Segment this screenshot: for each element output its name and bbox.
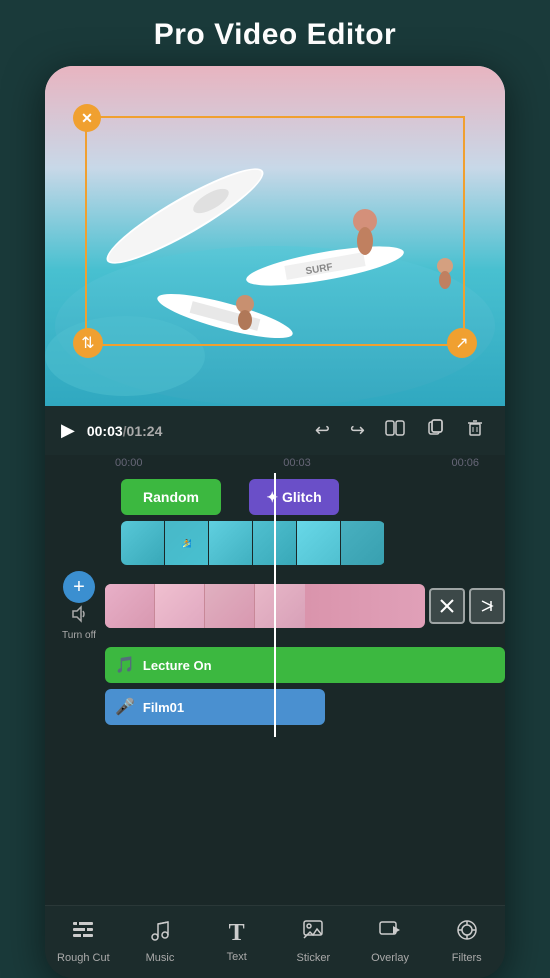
nav-item-rough-cut[interactable]: Rough Cut — [45, 914, 122, 968]
volume-icon[interactable] — [70, 605, 88, 628]
nav-label-sticker: Sticker — [297, 952, 331, 964]
thumb-5 — [297, 521, 341, 565]
lecture-label: Lecture On — [143, 658, 212, 673]
bottom-nav: Rough Cut Music T Text — [45, 905, 505, 978]
time-display: 00:03/01:24 — [87, 423, 163, 439]
crop-handle-flip[interactable]: ⇅ — [73, 328, 103, 358]
lecture-track[interactable]: 🎵 Lecture On — [105, 647, 505, 683]
turnoff-label: Turn off — [62, 630, 96, 641]
ruler-mark-0: 00:00 — [115, 457, 143, 469]
nav-item-overlay[interactable]: Overlay — [352, 914, 429, 968]
nav-label-music: Music — [146, 952, 175, 964]
nav-item-filters[interactable]: Filters — [428, 914, 505, 968]
ruler-mark-2: 00:06 — [451, 457, 479, 469]
time-total: 01:24 — [127, 423, 163, 439]
overlay-icon — [378, 918, 402, 948]
cut-marker-x[interactable] — [429, 588, 465, 624]
undo-button[interactable]: ↩ — [311, 418, 334, 443]
nav-label-rough-cut: Rough Cut — [57, 952, 110, 964]
redo-button[interactable]: ↪ — [346, 418, 369, 443]
split-button[interactable] — [381, 416, 409, 445]
thumb-3 — [209, 521, 253, 565]
cut-marker-split[interactable] — [469, 588, 505, 624]
copy-button[interactable] — [421, 416, 449, 445]
thumb-2: 🏄 — [165, 521, 209, 565]
tracks-wrapper: Random ✦ Glitch 🏄 — [45, 473, 505, 737]
effect-random[interactable]: Random — [121, 479, 221, 515]
rough-cut-icon — [71, 918, 95, 948]
sticker-icon — [301, 918, 325, 948]
app-title: Pro Video Editor — [154, 0, 396, 66]
thumb-6 — [341, 521, 385, 565]
effect-glitch[interactable]: ✦ Glitch — [249, 479, 339, 515]
nav-label-text: Text — [227, 951, 247, 963]
nav-label-filters: Filters — [452, 952, 482, 964]
crop-overlay: ✕ ⇅ ↗ — [85, 116, 465, 346]
voice-track[interactable]: 🎤 Film01 — [105, 689, 325, 725]
nav-item-text[interactable]: T Text — [198, 916, 275, 967]
text-icon: T — [229, 920, 245, 947]
nav-item-music[interactable]: Music — [122, 914, 199, 968]
add-track-button[interactable]: + — [63, 571, 95, 603]
music-icon — [148, 918, 172, 948]
delete-button[interactable] — [461, 416, 489, 445]
timeline-ruler: 00:00 00:03 00:06 — [45, 455, 505, 473]
play-button[interactable]: ▶ — [61, 420, 75, 441]
nav-item-sticker[interactable]: Sticker — [275, 914, 352, 968]
nav-label-overlay: Overlay — [371, 952, 409, 964]
effect-chips: Random ✦ Glitch — [121, 479, 339, 515]
time-current: 00:03 — [87, 423, 123, 439]
voice-label: Film01 — [143, 700, 184, 715]
phone-container: SURF ✕ ⇅ ↗ ▶ 00:03/01:24 — [45, 66, 505, 978]
video-track-clip[interactable] — [105, 584, 425, 628]
timeline-area: 00:00 00:03 00:06 Random ✦ Glitch — [45, 455, 505, 905]
crop-handle-close[interactable]: ✕ — [73, 104, 101, 132]
filters-icon — [455, 918, 479, 948]
video-preview: SURF ✕ ⇅ ↗ — [45, 66, 505, 406]
thumb-1 — [121, 521, 165, 565]
playhead — [274, 473, 276, 737]
crop-handle-resize[interactable]: ↗ — [447, 328, 477, 358]
ruler-labels: 00:00 00:03 00:06 — [105, 457, 489, 469]
ruler-mark-1: 00:03 — [283, 457, 311, 469]
video-thumbnails[interactable]: 🏄 — [121, 521, 385, 565]
controls-bar: ▶ 00:03/01:24 ↩ ↪ — [45, 406, 505, 455]
